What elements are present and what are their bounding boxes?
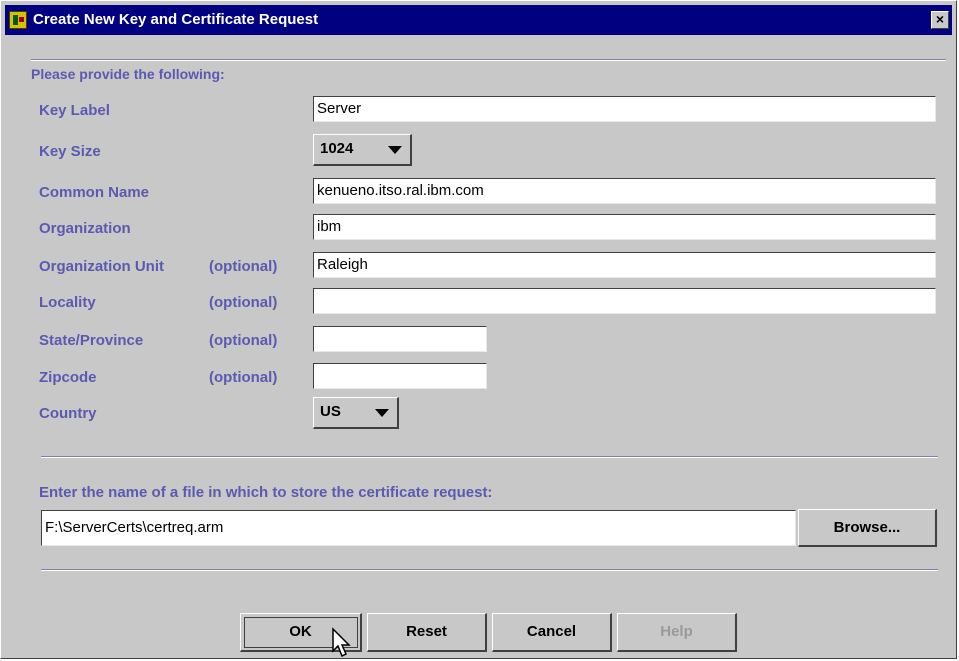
locality-input[interactable] <box>313 288 936 314</box>
key-size-label: Key Size <box>39 143 101 160</box>
file-prompt: Enter the name of a file in which to sto… <box>39 484 493 501</box>
reset-button[interactable]: Reset <box>367 613 487 652</box>
state-province-label: State/Province <box>39 332 144 349</box>
common-name-input[interactable]: kenueno.itso.ral.ibm.com <box>313 178 936 204</box>
title-bar[interactable]: Create New Key and Certificate Request × <box>5 5 952 35</box>
form-heading: Please provide the following: <box>31 66 225 82</box>
common-name-label: Common Name <box>39 184 150 201</box>
key-certificate-icon <box>9 11 27 29</box>
country-label: Country <box>39 405 97 422</box>
divider <box>41 569 938 571</box>
mouse-pointer-icon <box>332 627 351 658</box>
state-province-input[interactable] <box>313 326 487 352</box>
country-select[interactable]: US <box>313 397 399 429</box>
key-label-label: Key Label <box>39 102 110 119</box>
help-button[interactable]: Help <box>617 613 737 652</box>
zipcode-input[interactable] <box>313 363 487 389</box>
organization-unit-optional: (optional) <box>209 258 278 275</box>
key-size-value: 1024 <box>320 140 354 157</box>
close-icon[interactable]: × <box>931 11 949 29</box>
file-name-input[interactable]: F:\ServerCerts\certreq.arm <box>41 510 796 546</box>
dialog-window: Create New Key and Certificate Request ×… <box>0 0 957 659</box>
key-size-select[interactable]: 1024 <box>313 134 412 166</box>
divider <box>41 456 938 458</box>
browse-button[interactable]: Browse... <box>798 509 937 547</box>
zipcode-optional: (optional) <box>209 369 278 386</box>
chevron-down-icon <box>375 409 389 417</box>
chevron-down-icon <box>388 146 402 154</box>
key-label-input[interactable]: Server <box>313 96 936 122</box>
divider <box>31 59 946 61</box>
locality-label: Locality <box>39 294 96 311</box>
locality-optional: (optional) <box>209 294 278 311</box>
organization-input[interactable]: ibm <box>313 214 936 240</box>
organization-unit-input[interactable]: Raleigh <box>313 252 936 278</box>
organization-unit-label: Organization Unit <box>39 258 164 275</box>
window-title: Create New Key and Certificate Request <box>33 11 319 28</box>
zipcode-label: Zipcode <box>39 369 97 386</box>
state-province-optional: (optional) <box>209 332 278 349</box>
cancel-button[interactable]: Cancel <box>492 613 612 652</box>
country-value: US <box>320 403 341 420</box>
organization-label: Organization <box>39 220 131 237</box>
